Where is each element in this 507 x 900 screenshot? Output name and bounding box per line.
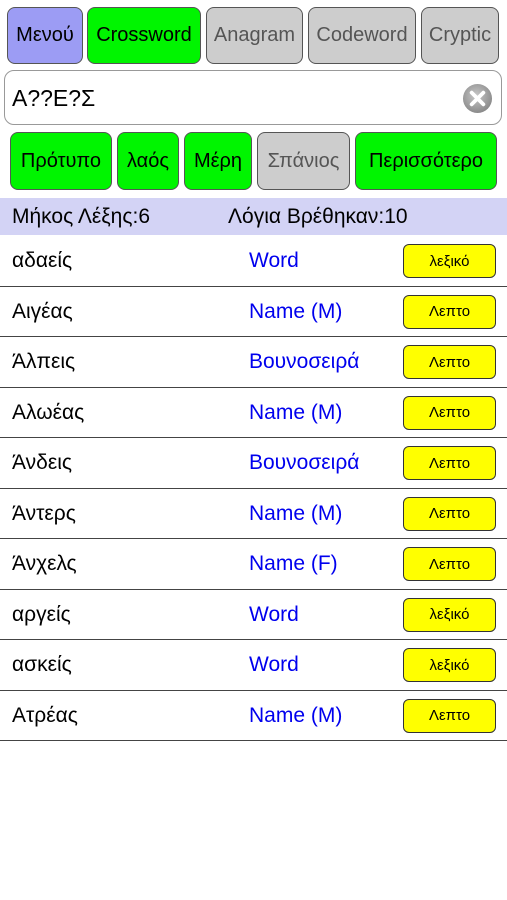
mode-crossword-button[interactable]: Crossword <box>87 7 201 64</box>
filter-places-button[interactable]: Μέρη <box>184 132 252 190</box>
list-item: Άλπεις Βουνοσειρά Λεπτο <box>0 337 507 388</box>
mode-codeword-button[interactable]: Codeword <box>308 7 416 64</box>
details-button[interactable]: Λεπτο <box>403 395 496 430</box>
result-type-link[interactable]: Word <box>249 236 299 286</box>
list-item: ασκείς Word λεξικό <box>0 640 507 691</box>
details-button[interactable]: Λεπτο <box>403 496 496 531</box>
dictionary-button[interactable]: λεξικό <box>403 648 496 682</box>
words-found-label: Λόγια Βρέθηκαν:10 <box>228 205 408 228</box>
list-item: Αλωέας Name (M) Λεπτο <box>0 388 507 438</box>
result-type-link[interactable]: Name (M) <box>249 287 342 337</box>
list-item: Άνχελς Name (F) Λεπτο <box>0 539 507 590</box>
menu-button[interactable]: Μενού <box>7 7 83 64</box>
result-word: αδαείς <box>12 249 73 272</box>
mode-cryptic-button[interactable]: Cryptic <box>421 7 499 64</box>
result-type-link[interactable]: Name (F) <box>249 539 338 589</box>
mode-anagram-button[interactable]: Anagram <box>206 7 303 64</box>
list-item: Άνδεις Βουνοσειρά Λεπτο <box>0 438 507 489</box>
results-info-bar: Μήκος Λέξης:6 Λόγια Βρέθηκαν:10 <box>0 198 507 235</box>
result-word: Άνδεις <box>12 451 72 474</box>
result-type-link[interactable]: Βουνοσειρά <box>249 438 359 488</box>
app-screen: Μενού Crossword Anagram Codeword Cryptic… <box>0 0 507 900</box>
dictionary-button[interactable]: λεξικό <box>403 597 496 632</box>
list-item: αργείς Word λεξικό <box>0 590 507 640</box>
search-input[interactable]: Α??Ε?Σ <box>4 70 502 125</box>
result-word: Άντερς <box>12 501 76 525</box>
filter-people-button[interactable]: λαός <box>117 132 179 190</box>
word-length-label: Μήκος Λέξης:6 <box>12 205 150 228</box>
result-type-link[interactable]: Βουνοσειρά <box>249 337 359 387</box>
result-word: Άνχελς <box>12 552 77 575</box>
result-type-link[interactable]: Name (M) <box>249 489 342 539</box>
details-button[interactable]: Λεπτο <box>403 698 496 733</box>
list-item: Άντερς Name (M) Λεπτο <box>0 489 507 539</box>
result-word: Ατρέας <box>12 703 78 727</box>
details-button[interactable]: Λεπτο <box>403 547 496 581</box>
result-type-link[interactable]: Word <box>249 640 299 690</box>
list-item: αδαείς Word λεξικό <box>0 236 507 287</box>
result-word: Άλπεις <box>12 350 76 373</box>
search-value: Α??Ε?Σ <box>12 85 96 111</box>
result-word: Αλωέας <box>12 400 85 424</box>
result-type-link[interactable]: Name (M) <box>249 691 342 741</box>
list-item: Ατρέας Name (M) Λεπτο <box>0 691 507 741</box>
result-word: Αιγέας <box>12 299 73 323</box>
results-list: αδαείς Word λεξικό Αιγέας Name (M) Λεπτο… <box>0 236 507 741</box>
details-button[interactable]: Λεπτο <box>403 446 496 480</box>
filter-more-button[interactable]: Περισσότερο <box>355 132 497 190</box>
result-type-link[interactable]: Name (M) <box>249 388 342 438</box>
result-word: αργείς <box>12 602 71 626</box>
details-button[interactable]: Λεπτο <box>403 345 496 379</box>
result-type-link[interactable]: Word <box>249 590 299 640</box>
details-button[interactable]: Λεπτο <box>403 294 496 329</box>
dictionary-button[interactable]: λεξικό <box>403 244 496 278</box>
filter-standard-button[interactable]: Πρότυπο <box>10 132 112 190</box>
filter-rare-button[interactable]: Σπάνιος <box>257 132 350 190</box>
list-item: Αιγέας Name (M) Λεπτο <box>0 287 507 337</box>
clear-icon[interactable] <box>462 83 493 114</box>
result-word: ασκείς <box>12 653 72 676</box>
